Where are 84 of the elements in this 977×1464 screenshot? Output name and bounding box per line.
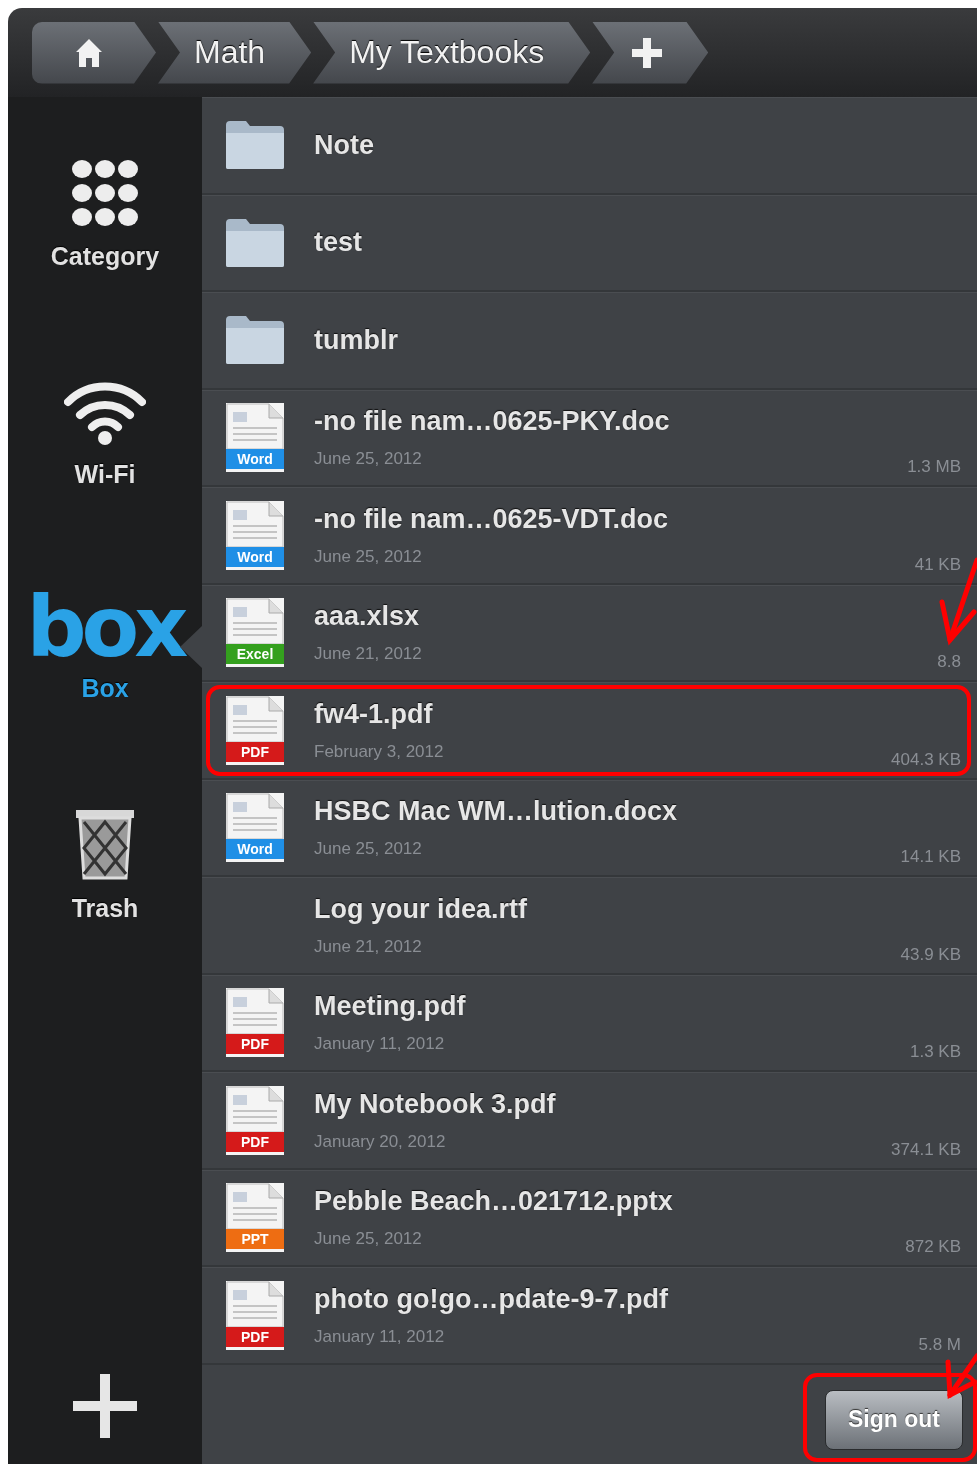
document-icon bbox=[226, 1085, 284, 1132]
file-date: June 25, 2012 bbox=[314, 546, 423, 567]
file-type-badge: Word bbox=[226, 839, 284, 860]
document-icon bbox=[226, 1280, 284, 1327]
sidebar-item[interactable]: Trash bbox=[8, 757, 202, 974]
trash-icon bbox=[74, 808, 136, 880]
document-icon bbox=[226, 793, 284, 840]
home-icon bbox=[74, 36, 104, 69]
file-row[interactable]: PDF Meeting.pdf January 11, 2012 1.3 KB bbox=[202, 974, 977, 1072]
sidebar-item[interactable]: Wi-Fi bbox=[8, 323, 202, 540]
document-icon bbox=[226, 695, 284, 742]
file-type-badge: PDF bbox=[226, 1326, 284, 1347]
file-row[interactable]: PDF My Notebook 3.pdf January 20, 2012 374.1 KB bbox=[202, 1072, 977, 1170]
sidebar-item[interactable]: Category bbox=[8, 106, 202, 323]
file-row[interactable]: PPT Pebble Beach…021712.pptx June 25, 2012 872 KB bbox=[202, 1169, 977, 1267]
file-date: January 11, 2012 bbox=[314, 1034, 446, 1055]
file-date: January 11, 2012 bbox=[314, 1326, 446, 1347]
folder-icon bbox=[224, 314, 286, 367]
folder-icon bbox=[224, 119, 286, 172]
breadcrumb-item[interactable]: My Textbooks bbox=[313, 21, 591, 84]
box-logo: box bbox=[26, 594, 184, 660]
file-size: 5.8 M bbox=[918, 1334, 961, 1355]
plus-icon bbox=[71, 1372, 139, 1440]
file-row[interactable]: test bbox=[202, 194, 977, 292]
file-row[interactable]: PDF photo go!go…pdate-9-7.pdf January 11, 2012 5.8 M bbox=[202, 1267, 977, 1365]
file-date: June 25, 2012 bbox=[314, 1229, 423, 1250]
document-icon bbox=[226, 988, 284, 1035]
file-name: photo go!go…pdate-9-7.pdf bbox=[314, 1283, 669, 1315]
file-row[interactable]: Log your idea.rtf June 21, 2012 43.9 KB bbox=[202, 877, 977, 975]
file-date: February 3, 2012 bbox=[314, 741, 445, 762]
file-name: Note bbox=[314, 129, 375, 161]
file-name: -no file nam…0625-VDT.doc bbox=[314, 503, 670, 535]
file-type-badge: PDF bbox=[226, 1131, 284, 1152]
plus-icon bbox=[630, 35, 665, 70]
file-type-badge: Excel bbox=[226, 644, 284, 665]
file-name: -no file nam…0625-PKY.doc bbox=[314, 406, 671, 438]
file-row[interactable]: Excel aaa.xlsx June 21, 2012 8.8 bbox=[202, 584, 977, 682]
file-size: 43.9 KB bbox=[900, 944, 961, 965]
file-size: 1.3 KB bbox=[909, 1042, 961, 1062]
sidebar-label: Box bbox=[81, 674, 129, 703]
home-button[interactable] bbox=[32, 21, 156, 84]
file-name: test bbox=[314, 227, 363, 259]
folder-icon bbox=[224, 216, 286, 269]
file-size: 1.3 MB bbox=[907, 457, 961, 477]
file-name: aaa.xlsx bbox=[314, 601, 421, 633]
file-row[interactable]: tumblr bbox=[202, 292, 977, 390]
file-row[interactable]: Note bbox=[202, 97, 977, 195]
file-row[interactable]: Word HSBC Mac WM…lution.docx June 25, 2012 14.1 KB bbox=[202, 779, 977, 877]
file-date: June 25, 2012 bbox=[314, 449, 423, 470]
file-size: 41 KB bbox=[914, 554, 961, 575]
file-date: June 21, 2012 bbox=[314, 936, 423, 957]
file-type-badge: PDF bbox=[226, 1034, 284, 1055]
file-name: fw4-1.pdf bbox=[314, 698, 434, 730]
file-type-badge: PPT bbox=[226, 1229, 284, 1250]
document-icon bbox=[226, 403, 284, 450]
file-type-badge: PDF bbox=[226, 741, 284, 762]
sidebar-label: Wi-Fi bbox=[74, 460, 136, 489]
document-icon bbox=[226, 500, 284, 547]
file-date: June 25, 2012 bbox=[314, 839, 423, 860]
file-name: Log your idea.rtf bbox=[314, 893, 528, 925]
file-type-badge: Word bbox=[226, 449, 284, 470]
file-name: My Notebook 3.pdf bbox=[314, 1088, 557, 1120]
file-date: June 21, 2012 bbox=[314, 644, 423, 665]
file-name: Meeting.pdf bbox=[314, 991, 467, 1023]
grid-icon bbox=[71, 158, 139, 228]
file-size: 404.3 KB bbox=[891, 749, 961, 770]
add-button[interactable] bbox=[71, 1372, 139, 1440]
sidebar-label: Trash bbox=[71, 894, 139, 923]
file-size: 14.1 KB bbox=[900, 847, 961, 867]
file-name: Pebble Beach…021712.pptx bbox=[314, 1186, 674, 1218]
file-size: 872 KB bbox=[905, 1237, 961, 1257]
file-name: tumblr bbox=[314, 324, 399, 356]
breadcrumb-item[interactable]: Math bbox=[158, 21, 312, 84]
document-icon bbox=[226, 1183, 284, 1230]
file-row[interactable]: Word -no file nam…0625-PKY.doc June 25, 2012 1.3 MB bbox=[202, 389, 977, 487]
file-row[interactable]: Word -no file nam…0625-VDT.doc June 25, 2012 41 KB bbox=[202, 487, 977, 585]
file-size: 8.8 bbox=[937, 652, 961, 672]
file-row[interactable]: PDF fw4-1.pdf February 3, 2012 404.3 KB bbox=[202, 682, 977, 780]
file-size: 374.1 KB bbox=[891, 1139, 961, 1160]
file-name: HSBC Mac WM…lution.docx bbox=[314, 796, 678, 828]
document-icon bbox=[226, 598, 284, 645]
file-type-badge: Word bbox=[226, 546, 284, 567]
file-date: January 20, 2012 bbox=[314, 1131, 447, 1152]
sidebar-label: Category bbox=[50, 242, 160, 271]
